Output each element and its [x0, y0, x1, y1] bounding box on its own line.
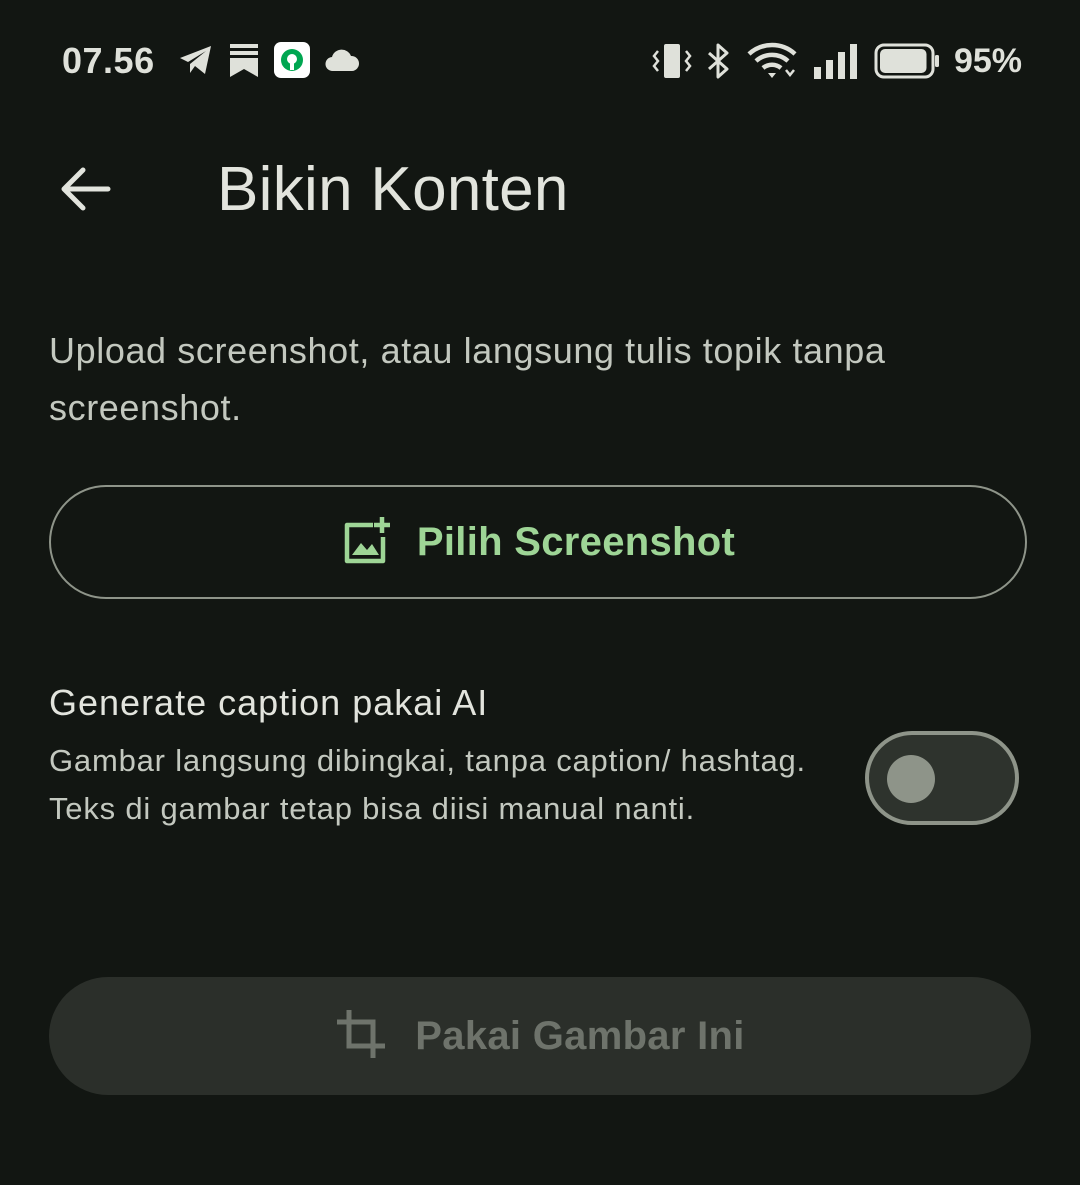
pick-screenshot-button[interactable]: Pilih Screenshot [49, 485, 1027, 599]
cloud-icon [324, 47, 360, 78]
ai-caption-description: Gambar langsung dibingkai, tanpa caption… [49, 743, 806, 826]
notification-icons [178, 42, 360, 83]
use-image-button[interactable]: Pakai Gambar Ini [49, 977, 1031, 1095]
wifi-icon [746, 42, 798, 85]
app-bar: Bikin Konten [0, 124, 1080, 264]
system-icons [652, 42, 940, 85]
ai-caption-toggle[interactable] [865, 731, 1019, 825]
status-time: 07.56 [62, 40, 155, 81]
add-photo-icon [341, 515, 391, 570]
telegram-icon [178, 44, 214, 81]
battery-icon [874, 43, 940, 84]
back-button[interactable] [40, 146, 130, 236]
battery-percentage: 95% [953, 42, 1022, 80]
pick-screenshot-label: Pilih Screenshot [416, 519, 736, 564]
use-image-label: Pakai Gambar Ini [415, 1013, 745, 1058]
green-app-icon [274, 42, 310, 83]
bookmark-stack-icon [228, 43, 260, 82]
bluetooth-icon [706, 42, 732, 85]
intro-text: Upload screenshot, atau langsung tulis t… [49, 330, 886, 428]
vibrate-icon [652, 42, 692, 85]
status-bar: 07.56 95% [0, 0, 1080, 124]
toggle-thumb [887, 755, 935, 803]
signal-icon [812, 43, 860, 84]
page-title: Bikin Konten [217, 155, 569, 224]
battery-fill [880, 49, 927, 73]
arrow-left-icon [59, 165, 111, 218]
crop-icon [335, 1008, 387, 1065]
ai-caption-title: Generate caption pakai AI [49, 682, 489, 723]
